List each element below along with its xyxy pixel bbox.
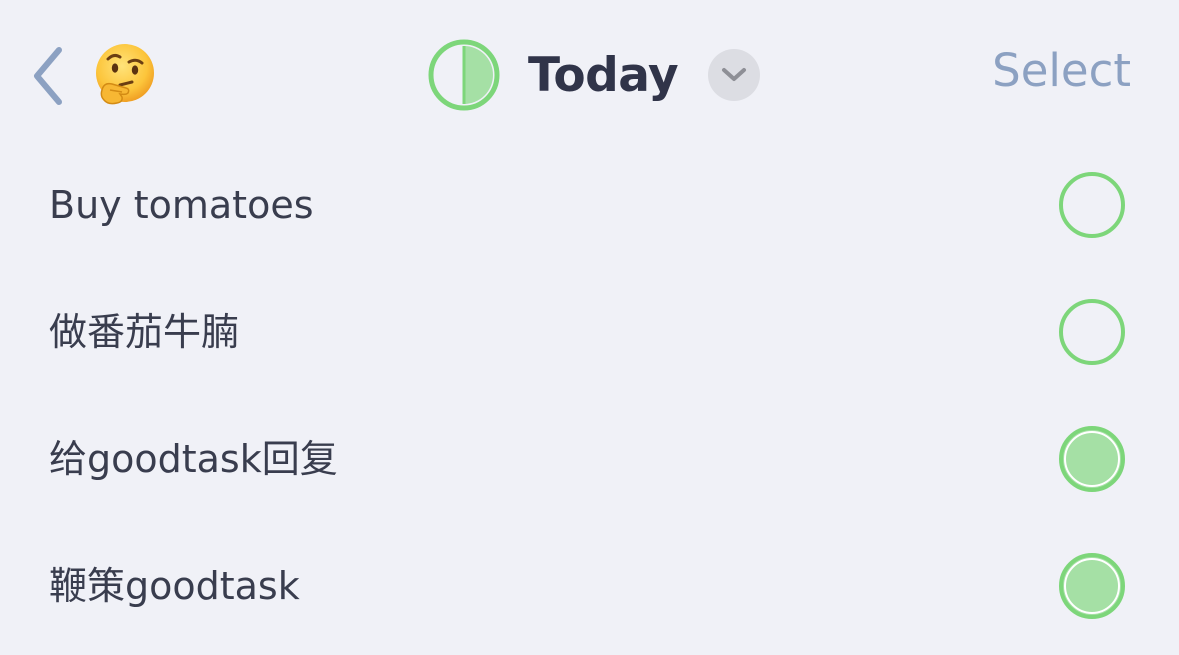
task-checkbox[interactable] bbox=[1057, 170, 1127, 240]
thinking-face-emoji-icon bbox=[96, 44, 154, 105]
task-title: 鞭策goodtask bbox=[49, 563, 300, 608]
back-button[interactable] bbox=[20, 38, 74, 114]
navigation-bar: Today Select bbox=[0, 0, 1179, 150]
half-filled-circle-icon bbox=[428, 39, 500, 111]
empty-circle-icon bbox=[1059, 298, 1125, 365]
task-title: 给goodtask回复 bbox=[49, 436, 338, 481]
task-row[interactable]: 给goodtask回复 bbox=[0, 395, 1179, 522]
task-checkbox[interactable] bbox=[1057, 297, 1127, 367]
select-button[interactable]: Select bbox=[992, 48, 1131, 93]
chevron-left-icon bbox=[34, 47, 62, 105]
title-dropdown-button[interactable] bbox=[708, 49, 761, 101]
task-checkbox[interactable] bbox=[1057, 424, 1127, 494]
filled-circle-icon bbox=[1059, 552, 1125, 619]
task-checkbox[interactable] bbox=[1057, 551, 1127, 621]
task-row[interactable]: 鞭策goodtask bbox=[0, 522, 1179, 649]
empty-circle-icon bbox=[1059, 171, 1125, 238]
task-list: Buy tomatoes 做番茄牛腩 给goodtask回复 鞭策goodtas… bbox=[0, 141, 1179, 649]
chevron-down-icon bbox=[722, 68, 747, 81]
task-title: Buy tomatoes bbox=[49, 182, 314, 227]
filled-circle-icon bbox=[1059, 425, 1125, 492]
title-menu[interactable]: Today bbox=[426, 36, 761, 114]
task-row[interactable]: Buy tomatoes bbox=[0, 141, 1179, 268]
today-screen: Today Select Buy tomatoes 做番茄牛腩 给goodtas… bbox=[0, 0, 1179, 655]
task-row[interactable]: 做番茄牛腩 bbox=[0, 268, 1179, 395]
thinking-face-emoji-button[interactable] bbox=[92, 42, 158, 108]
task-title: 做番茄牛腩 bbox=[49, 309, 240, 354]
page-title: Today bbox=[528, 47, 679, 103]
